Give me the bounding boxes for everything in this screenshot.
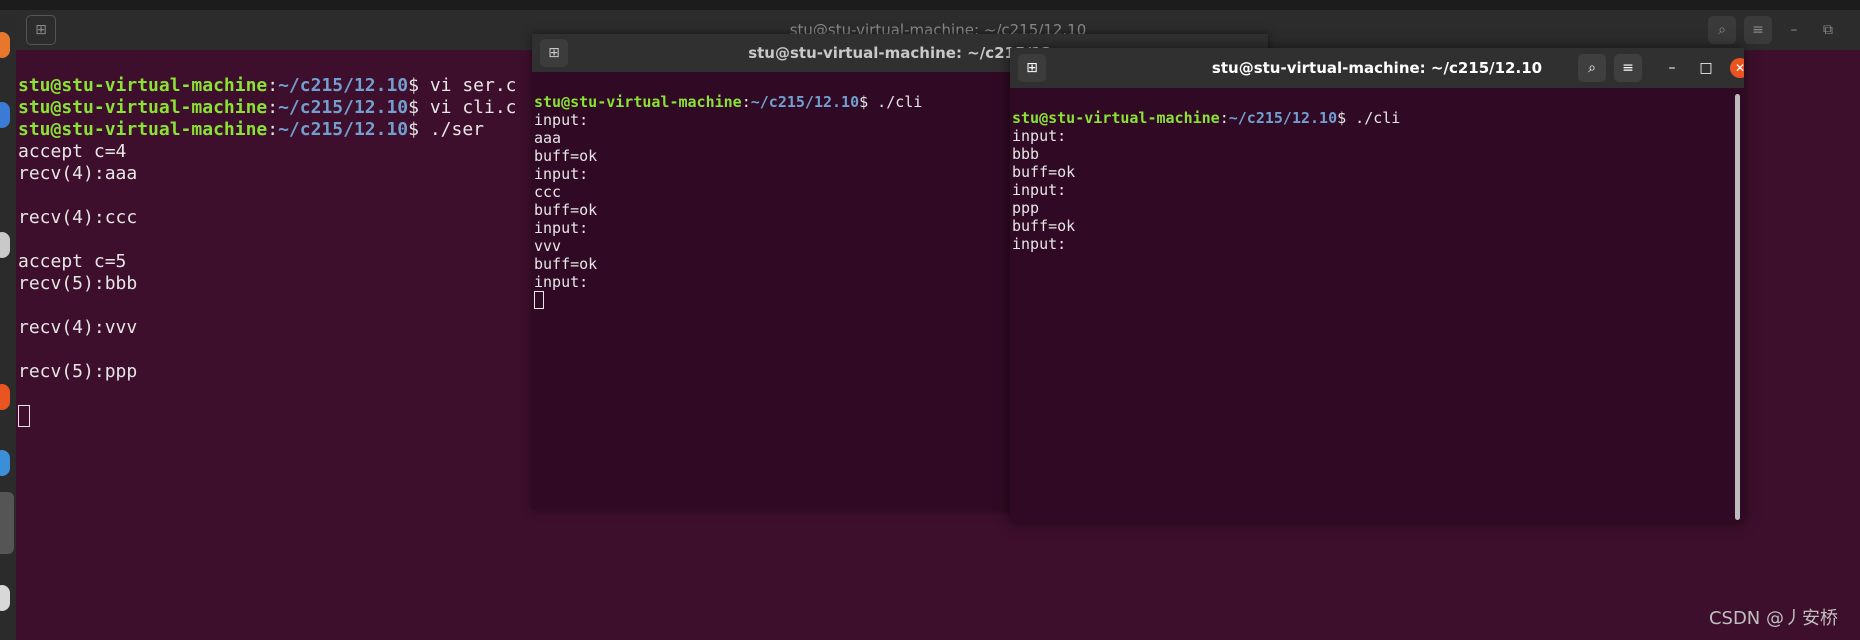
output-line: ppp bbox=[1012, 199, 1040, 217]
files-icon[interactable] bbox=[0, 232, 10, 258]
search-icon[interactable]: ⌕ bbox=[1578, 54, 1606, 82]
help-icon[interactable] bbox=[0, 450, 10, 476]
terminal-output[interactable]: stu@stu-virtual-machine:~/c215/12.10$ ./… bbox=[1010, 88, 1744, 522]
disc-icon[interactable] bbox=[0, 585, 10, 611]
menu-icon[interactable]: ≡ bbox=[1744, 16, 1772, 44]
top-system-bar bbox=[0, 0, 1860, 10]
restore-icon[interactable]: ⧉ bbox=[1814, 16, 1842, 44]
minimize-icon[interactable]: – bbox=[1780, 16, 1808, 44]
terminal-icon[interactable] bbox=[0, 492, 14, 554]
text-cursor bbox=[534, 291, 544, 309]
output-line: input: bbox=[1012, 235, 1067, 253]
search-icon[interactable]: ⌕ bbox=[1708, 16, 1736, 44]
thunderbird-icon[interactable] bbox=[0, 102, 10, 128]
scrollbar[interactable] bbox=[1735, 94, 1740, 520]
output-line: bbb bbox=[1012, 145, 1040, 163]
menu-icon[interactable]: ≡ bbox=[1614, 54, 1642, 82]
terminal-window-client-2[interactable]: ⊞ stu@stu-virtual-machine: ~/c215/12.10 … bbox=[1010, 48, 1744, 522]
new-tab-icon[interactable]: ⊞ bbox=[1018, 54, 1046, 82]
maximize-icon[interactable]: □ bbox=[1692, 54, 1720, 82]
output-line: input: bbox=[1012, 127, 1067, 145]
close-icon[interactable]: ✕ bbox=[1730, 58, 1744, 78]
new-tab-icon[interactable]: ⊞ bbox=[540, 39, 568, 67]
firefox-icon[interactable] bbox=[0, 32, 10, 58]
output-line: buff=ok bbox=[1012, 163, 1076, 181]
prompt-line: stu@stu-virtual-machine:~/c215/12.10$ ./… bbox=[1012, 109, 1401, 127]
window-title: stu@stu-virtual-machine: ~/c215/12.10 bbox=[1211, 59, 1543, 77]
output-line: input: bbox=[1012, 181, 1067, 199]
text-cursor bbox=[18, 405, 30, 427]
window-title: stu@stu-virtual-machine: ~/c215/12 bbox=[748, 44, 1052, 62]
titlebar: ⊞ stu@stu-virtual-machine: ~/c215/12.10 … bbox=[1010, 48, 1744, 88]
new-tab-icon[interactable]: ⊞ bbox=[26, 15, 56, 45]
minimize-icon[interactable]: – bbox=[1658, 54, 1686, 82]
dock bbox=[0, 10, 16, 640]
output-line: buff=ok bbox=[1012, 217, 1076, 235]
watermark: CSDN @丿安桥 bbox=[1708, 608, 1838, 629]
software-icon[interactable] bbox=[0, 384, 10, 410]
